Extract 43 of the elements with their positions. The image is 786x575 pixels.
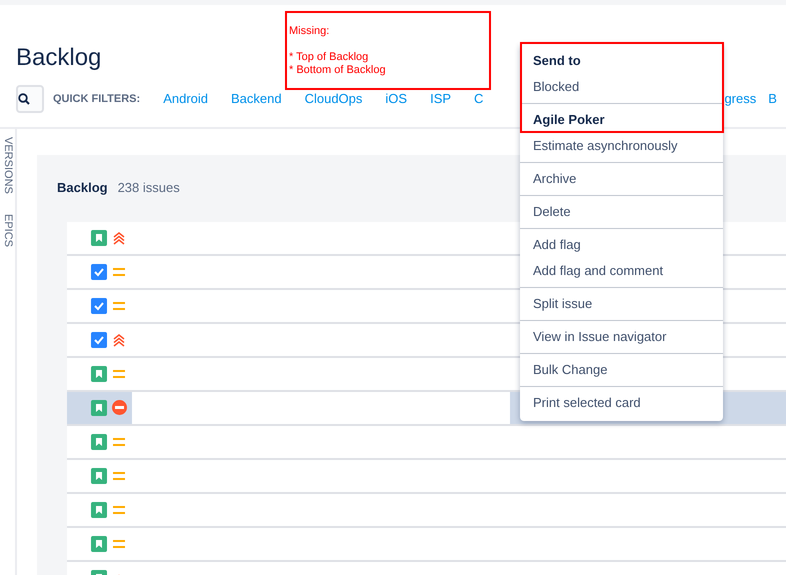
search-field[interactable] — [16, 85, 44, 113]
checkmark-icon — [91, 264, 107, 280]
menu-item[interactable]: Estimate asynchronously — [520, 133, 723, 159]
double-chevron-up-icon — [112, 230, 126, 244]
equals-icon — [112, 538, 126, 548]
menu-item[interactable]: Blocked — [520, 74, 723, 100]
menu-item[interactable]: Split issue — [520, 291, 723, 317]
menu-heading: Send to — [532, 52, 582, 70]
bookmark-icon — [91, 468, 107, 484]
menu-item[interactable]: Bulk Change — [520, 357, 723, 383]
annotation-line: * Top of Backlog — [289, 51, 368, 64]
bookmark-icon — [91, 230, 107, 246]
menu-item[interactable]: View in Issue navigator — [520, 324, 723, 350]
annotation-title: Missing: — [289, 25, 330, 38]
equals-icon — [112, 470, 126, 480]
menu-heading: Agile Poker — [532, 111, 606, 130]
side-tab[interactable]: VERSIONS — [0, 137, 16, 194]
bookmark-icon — [91, 502, 107, 518]
issue-count: 238 issues — [118, 179, 180, 197]
side-tab[interactable]: EPICS — [0, 214, 16, 247]
blocker-icon — [112, 400, 127, 415]
menu-item[interactable]: Delete — [520, 199, 723, 225]
equals-icon — [112, 504, 126, 514]
annotation-line: * Bottom of Backlog — [289, 64, 386, 77]
double-chevron-up-icon — [112, 332, 126, 346]
bookmark-icon — [91, 536, 107, 552]
quick-filters-label: QUICK FILTERS: — [53, 92, 140, 107]
checkmark-icon — [91, 332, 107, 348]
checkmark-icon — [91, 298, 107, 314]
search-icon — [18, 93, 30, 105]
bookmark-icon — [91, 434, 107, 450]
menu-item[interactable]: Add flag — [520, 232, 723, 258]
menu-item[interactable]: Archive — [520, 166, 723, 192]
page-title: Backlog — [16, 43, 102, 73]
equals-icon — [112, 300, 126, 310]
equals-icon — [112, 436, 126, 446]
issue-row[interactable] — [67, 392, 132, 424]
menu-item[interactable]: Add flag and comment — [520, 258, 723, 284]
section-title: Backlog — [57, 179, 108, 197]
bookmark-icon — [91, 400, 107, 416]
equals-icon — [112, 368, 126, 378]
equals-icon — [112, 266, 126, 276]
bookmark-icon — [91, 366, 107, 382]
